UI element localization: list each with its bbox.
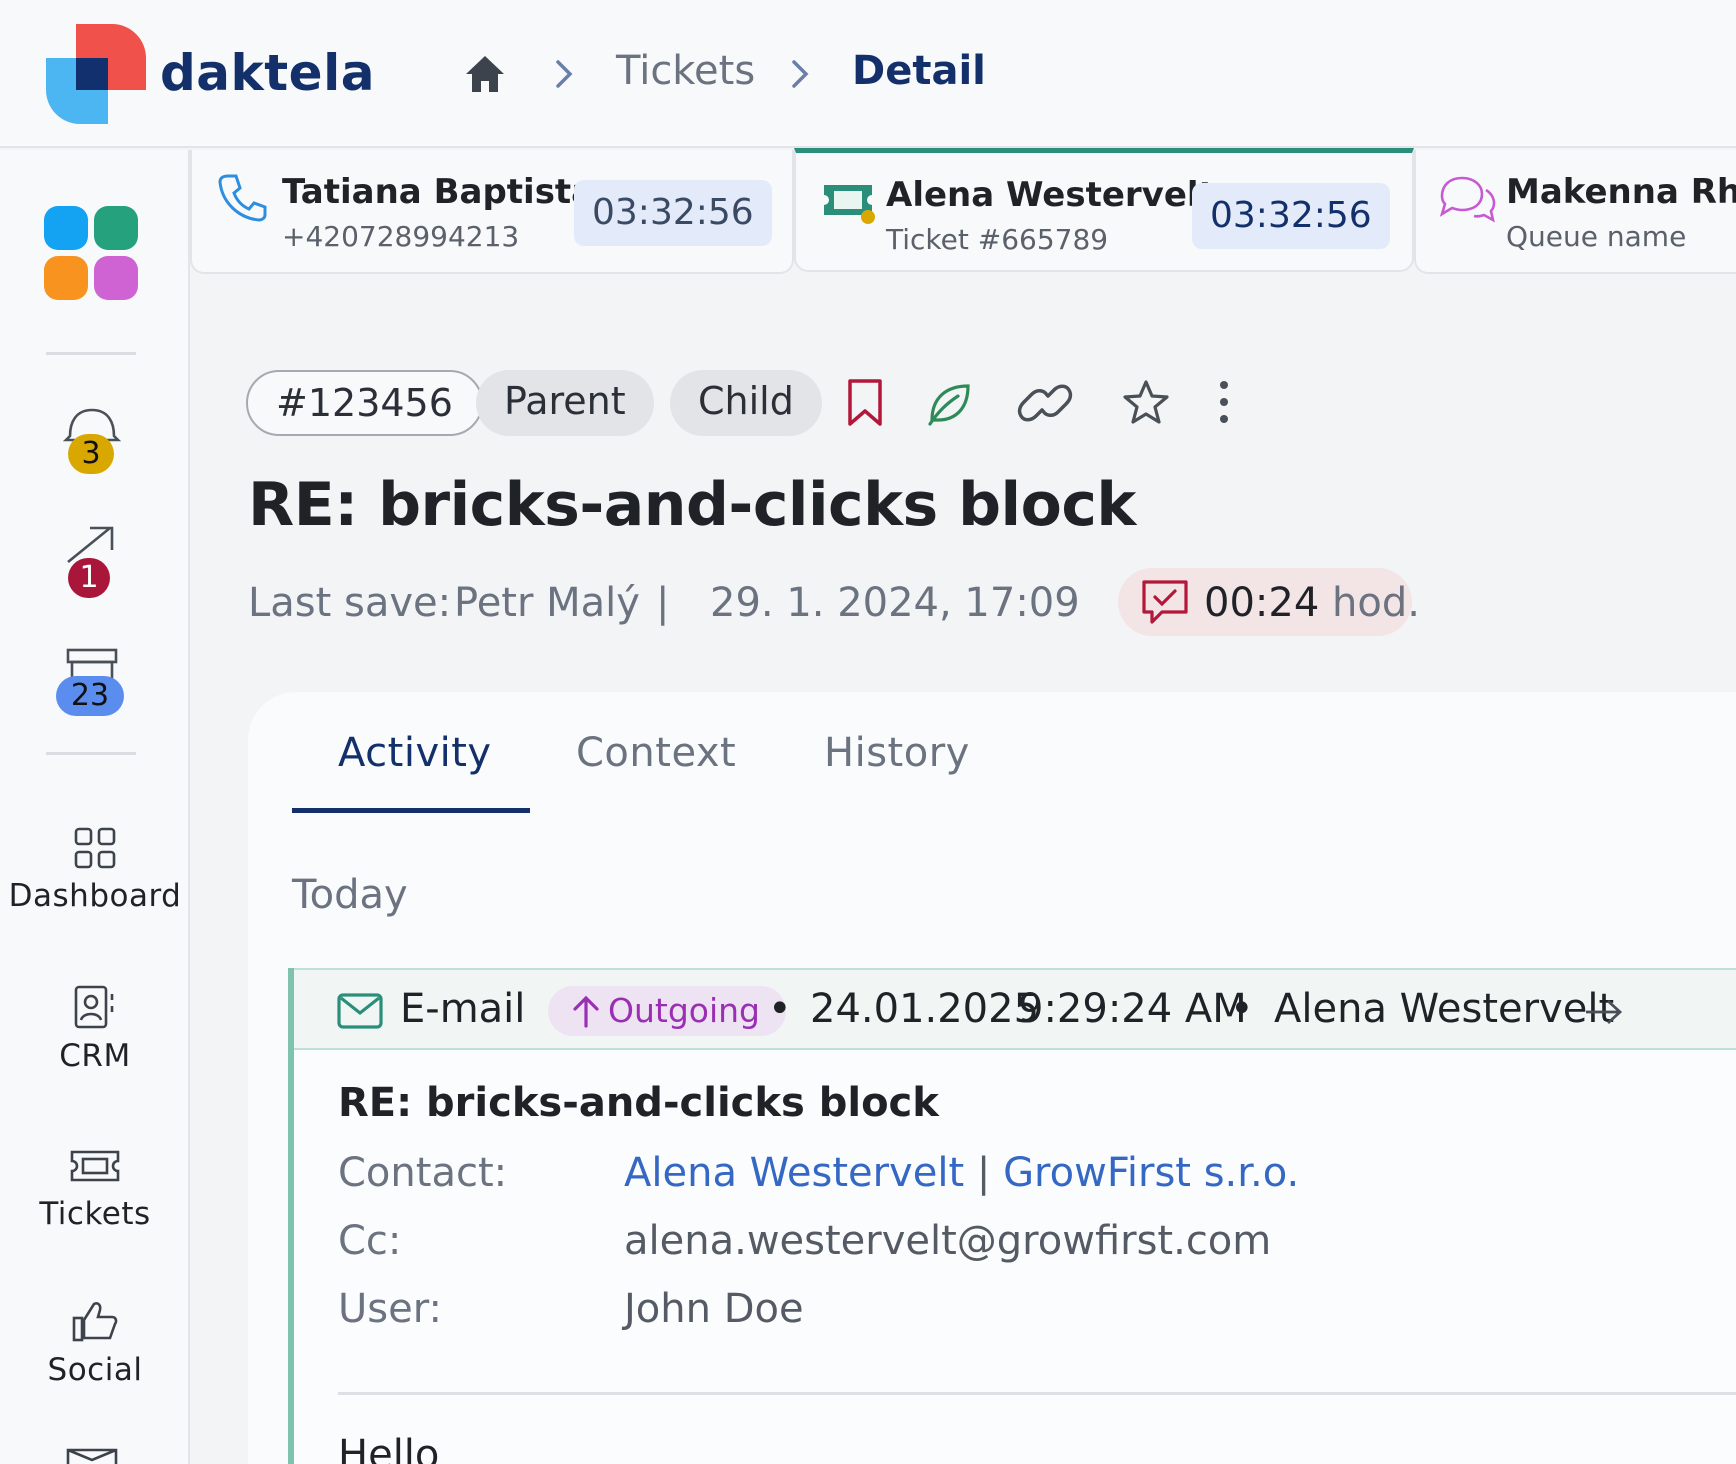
app-name: daktela: [160, 44, 375, 102]
bookmark-icon[interactable]: [846, 378, 884, 428]
conversation-timer: 03:32:56: [574, 180, 772, 246]
conversation-name: Makenna Rhiel: [1506, 172, 1736, 212]
user-value: John Doe: [624, 1286, 804, 1332]
last-save-label: Last save:: [248, 580, 452, 626]
sidebar-divider: [46, 352, 136, 355]
notifications-button[interactable]: 3: [60, 402, 124, 474]
thumbs-up-icon: [72, 1302, 118, 1342]
leaf-icon[interactable]: [924, 378, 974, 428]
contact-separator: |: [976, 1150, 991, 1196]
email-subject: RE: bricks-and-clicks block: [338, 1080, 939, 1126]
archive-button[interactable]: 23: [56, 646, 124, 718]
nav-social[interactable]: Social: [0, 1298, 190, 1388]
email-divider: [338, 1392, 1736, 1395]
email-channel: E-mail: [400, 986, 526, 1032]
conversation-timer: 03:32:56: [1192, 183, 1390, 249]
ticket-icon: [70, 1150, 120, 1182]
sidebar: 3 1 23 Dashboard CRM Tickets Social: [0, 150, 190, 1464]
outgoing-label: Outgoing: [608, 991, 760, 1030]
tab-history[interactable]: History: [824, 730, 970, 776]
notifications-badge: 3: [68, 434, 114, 474]
breadcrumb-tickets[interactable]: Tickets: [616, 48, 755, 94]
nav-crm-label: CRM: [59, 1038, 131, 1074]
email-icon: [337, 993, 383, 1029]
tab-context[interactable]: Context: [576, 730, 736, 776]
bullet: •: [1230, 986, 1254, 1032]
tab-activity[interactable]: Activity: [338, 730, 492, 776]
archive-badge: 23: [56, 676, 124, 716]
email-date: 24.01.2025: [810, 986, 1040, 1032]
sla-unit: hod.: [1332, 580, 1420, 626]
conversation-queue: Queue name: [1506, 220, 1687, 253]
home-icon[interactable]: [462, 52, 508, 96]
nav-dashboard-label: Dashboard: [8, 878, 182, 914]
outgoing-badge: 1: [68, 558, 110, 598]
conversation-tab[interactable]: Tatiana Baptista +420728994213 03:32:56: [190, 150, 794, 274]
conversation-phone: +420728994213: [282, 220, 520, 253]
sla-time: 00:24: [1204, 580, 1320, 626]
daktela-logo-mark-icon: [46, 24, 146, 124]
last-save-date: 29. 1. 2024, 17:09: [710, 580, 1080, 626]
email-activity-item[interactable]: E-mail Outgoing • 24.01.2025 9:29:24 AM …: [288, 968, 1736, 1464]
daktela-logo[interactable]: daktela: [46, 24, 374, 124]
ticket-id-chip[interactable]: #123456: [246, 370, 483, 436]
child-chip[interactable]: Child: [670, 370, 822, 436]
nav-tickets-label: Tickets: [39, 1196, 151, 1232]
contact-value: Alena Westervelt | GrowFirst s.r.o.: [624, 1150, 1299, 1196]
bullet: •: [768, 986, 792, 1032]
timeline-group-label: Today: [292, 872, 408, 918]
last-save-user: Petr Malý: [454, 580, 640, 626]
phone-icon: [218, 174, 267, 222]
cc-value: alena.westervelt@growfirst.com: [624, 1218, 1272, 1264]
sla-time-text: 00:24 hod.: [1204, 580, 1420, 626]
active-tab-indicator: [292, 808, 530, 813]
chat-icon: [1439, 176, 1496, 223]
top-bar: daktela Tickets Detail: [0, 0, 1736, 148]
mail-icon[interactable]: [66, 1446, 118, 1464]
conversation-name: Alena Westervelt: [886, 175, 1215, 215]
contact-company-link[interactable]: GrowFirst s.r.o.: [1003, 1150, 1299, 1196]
sla-badge: 00:24 hod.: [1118, 568, 1420, 636]
sla-check-icon: [1142, 580, 1188, 624]
email-header[interactable]: E-mail Outgoing • 24.01.2025 9:29:24 AM …: [294, 968, 1736, 1050]
more-vertical-icon[interactable]: [1212, 378, 1236, 428]
conversation-tab[interactable]: Makenna Rhiel Queue name: [1414, 150, 1736, 274]
breadcrumb-detail: Detail: [852, 48, 986, 94]
nav-tickets[interactable]: Tickets: [0, 1144, 190, 1232]
email-time: 9:29:24 AM: [1018, 986, 1247, 1032]
nav-dashboard[interactable]: Dashboard: [0, 826, 190, 914]
arrow-up-icon: [573, 995, 599, 1028]
dashboard-icon: [74, 827, 116, 869]
conversation-ticket-number: Ticket #665789: [886, 223, 1109, 256]
user-label: User:: [338, 1286, 442, 1332]
conversation-name: Tatiana Baptista: [282, 172, 595, 212]
apps-grid-icon[interactable]: [44, 206, 138, 300]
contact-card-icon: [74, 985, 114, 1029]
parent-chip[interactable]: Parent: [476, 370, 654, 436]
star-icon[interactable]: [1120, 378, 1172, 428]
contact-name-link[interactable]: Alena Westervelt: [624, 1150, 964, 1196]
email-agent[interactable]: Alena Westervelt: [1274, 986, 1614, 1032]
activity-card: Activity Context History Today E-mail Ou…: [248, 692, 1736, 1464]
ticket-title: RE: bricks-and-clicks block: [248, 470, 1136, 540]
conversation-tab-active[interactable]: Alena Westervelt Ticket #665789 03:32:56: [794, 148, 1414, 272]
arrow-right-icon: [1586, 999, 1623, 1025]
email-body: Hello: [338, 1432, 440, 1464]
meta-separator: |: [656, 580, 670, 626]
nav-social-label: Social: [47, 1352, 143, 1388]
contact-label: Contact:: [338, 1150, 508, 1196]
nav-crm[interactable]: CRM: [0, 984, 190, 1074]
cc-label: Cc:: [338, 1218, 402, 1264]
ticket-icon: [824, 185, 875, 224]
chevron-right-icon: [556, 60, 573, 88]
outgoing-badge: Outgoing: [548, 986, 786, 1036]
sidebar-divider: [46, 752, 136, 755]
link-icon[interactable]: [1016, 378, 1074, 428]
chevron-right-icon: [792, 60, 809, 88]
outgoing-button[interactable]: 1: [60, 522, 124, 598]
